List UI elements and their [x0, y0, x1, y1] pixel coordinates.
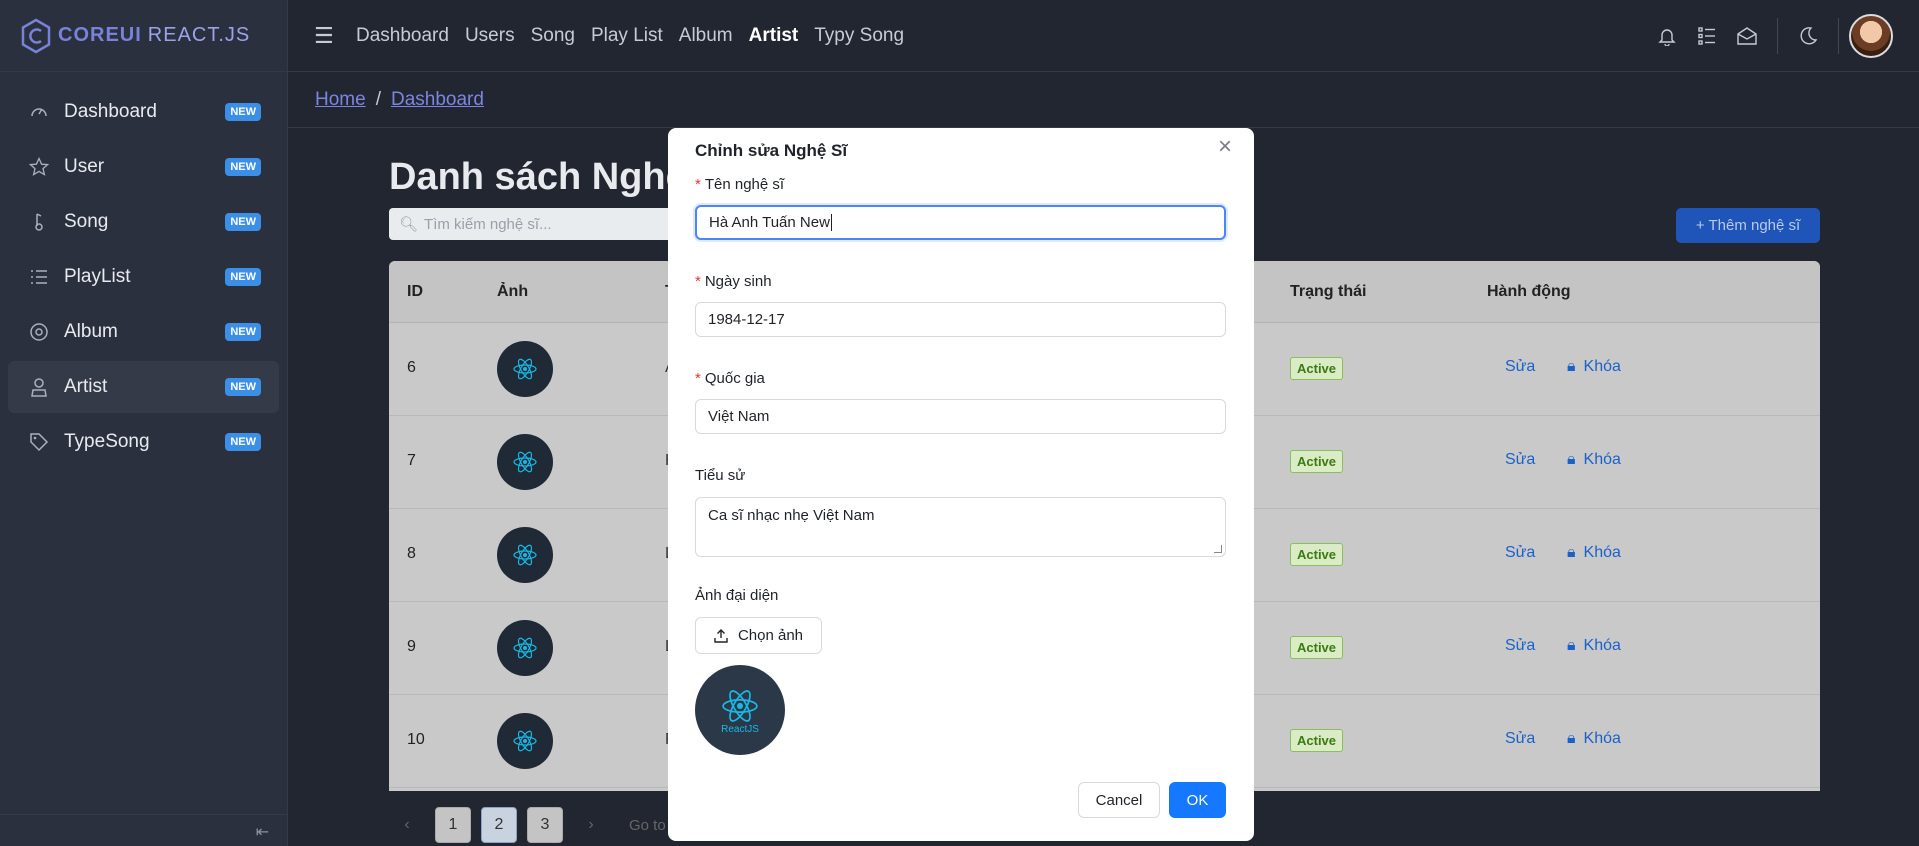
- upload-icon: [714, 628, 728, 643]
- required-marker: *: [695, 176, 701, 193]
- artist-name-value: Hà Anh Tuấn New: [709, 214, 830, 231]
- dob-label-text: Ngày sinh: [704, 273, 772, 290]
- dob-input[interactable]: 1984-12-17: [695, 302, 1226, 337]
- ok-button[interactable]: OK: [1169, 782, 1226, 818]
- bio-label: Tiểu sử: [695, 467, 746, 484]
- edit-artist-modal: Chỉnh sửa Nghệ Sĩ × * Tên nghệ sĩ Hà Anh …: [668, 128, 1254, 841]
- text-caret: [830, 214, 832, 231]
- modal-title: Chỉnh sửa Nghệ Sĩ: [695, 141, 848, 160]
- required-marker: *: [695, 370, 701, 387]
- dob-label: * Ngày sinh: [695, 273, 772, 290]
- country-value: Việt Nam: [708, 408, 770, 425]
- required-marker: *: [695, 273, 701, 290]
- preview-caption: ReactJS: [721, 723, 759, 735]
- bio-value: Ca sĩ nhạc nhẹ Việt Nam: [708, 507, 875, 524]
- cancel-button[interactable]: Cancel: [1078, 782, 1160, 818]
- avatar-preview: ReactJS: [695, 665, 785, 755]
- artist-name-input[interactable]: Hà Anh Tuấn New: [695, 205, 1226, 240]
- resize-grip-icon[interactable]: [1214, 545, 1222, 553]
- name-label-text: Tên nghệ sĩ: [704, 176, 785, 193]
- avatar-label: Ảnh đại diện: [695, 587, 779, 604]
- react-logo-icon: [722, 689, 758, 722]
- upload-button-label: Chọn ảnh: [737, 627, 804, 644]
- name-label: * Tên nghệ sĩ: [695, 176, 784, 193]
- bio-textarea[interactable]: Ca sĩ nhạc nhẹ Việt Nam: [695, 497, 1226, 557]
- upload-image-button[interactable]: Chọn ảnh: [695, 617, 822, 654]
- country-input[interactable]: Việt Nam: [695, 399, 1226, 434]
- close-icon[interactable]: ×: [1218, 133, 1232, 161]
- country-label: * Quốc gia: [695, 370, 765, 387]
- country-label-text: Quốc gia: [704, 370, 765, 387]
- dob-value: 1984-12-17: [708, 311, 785, 328]
